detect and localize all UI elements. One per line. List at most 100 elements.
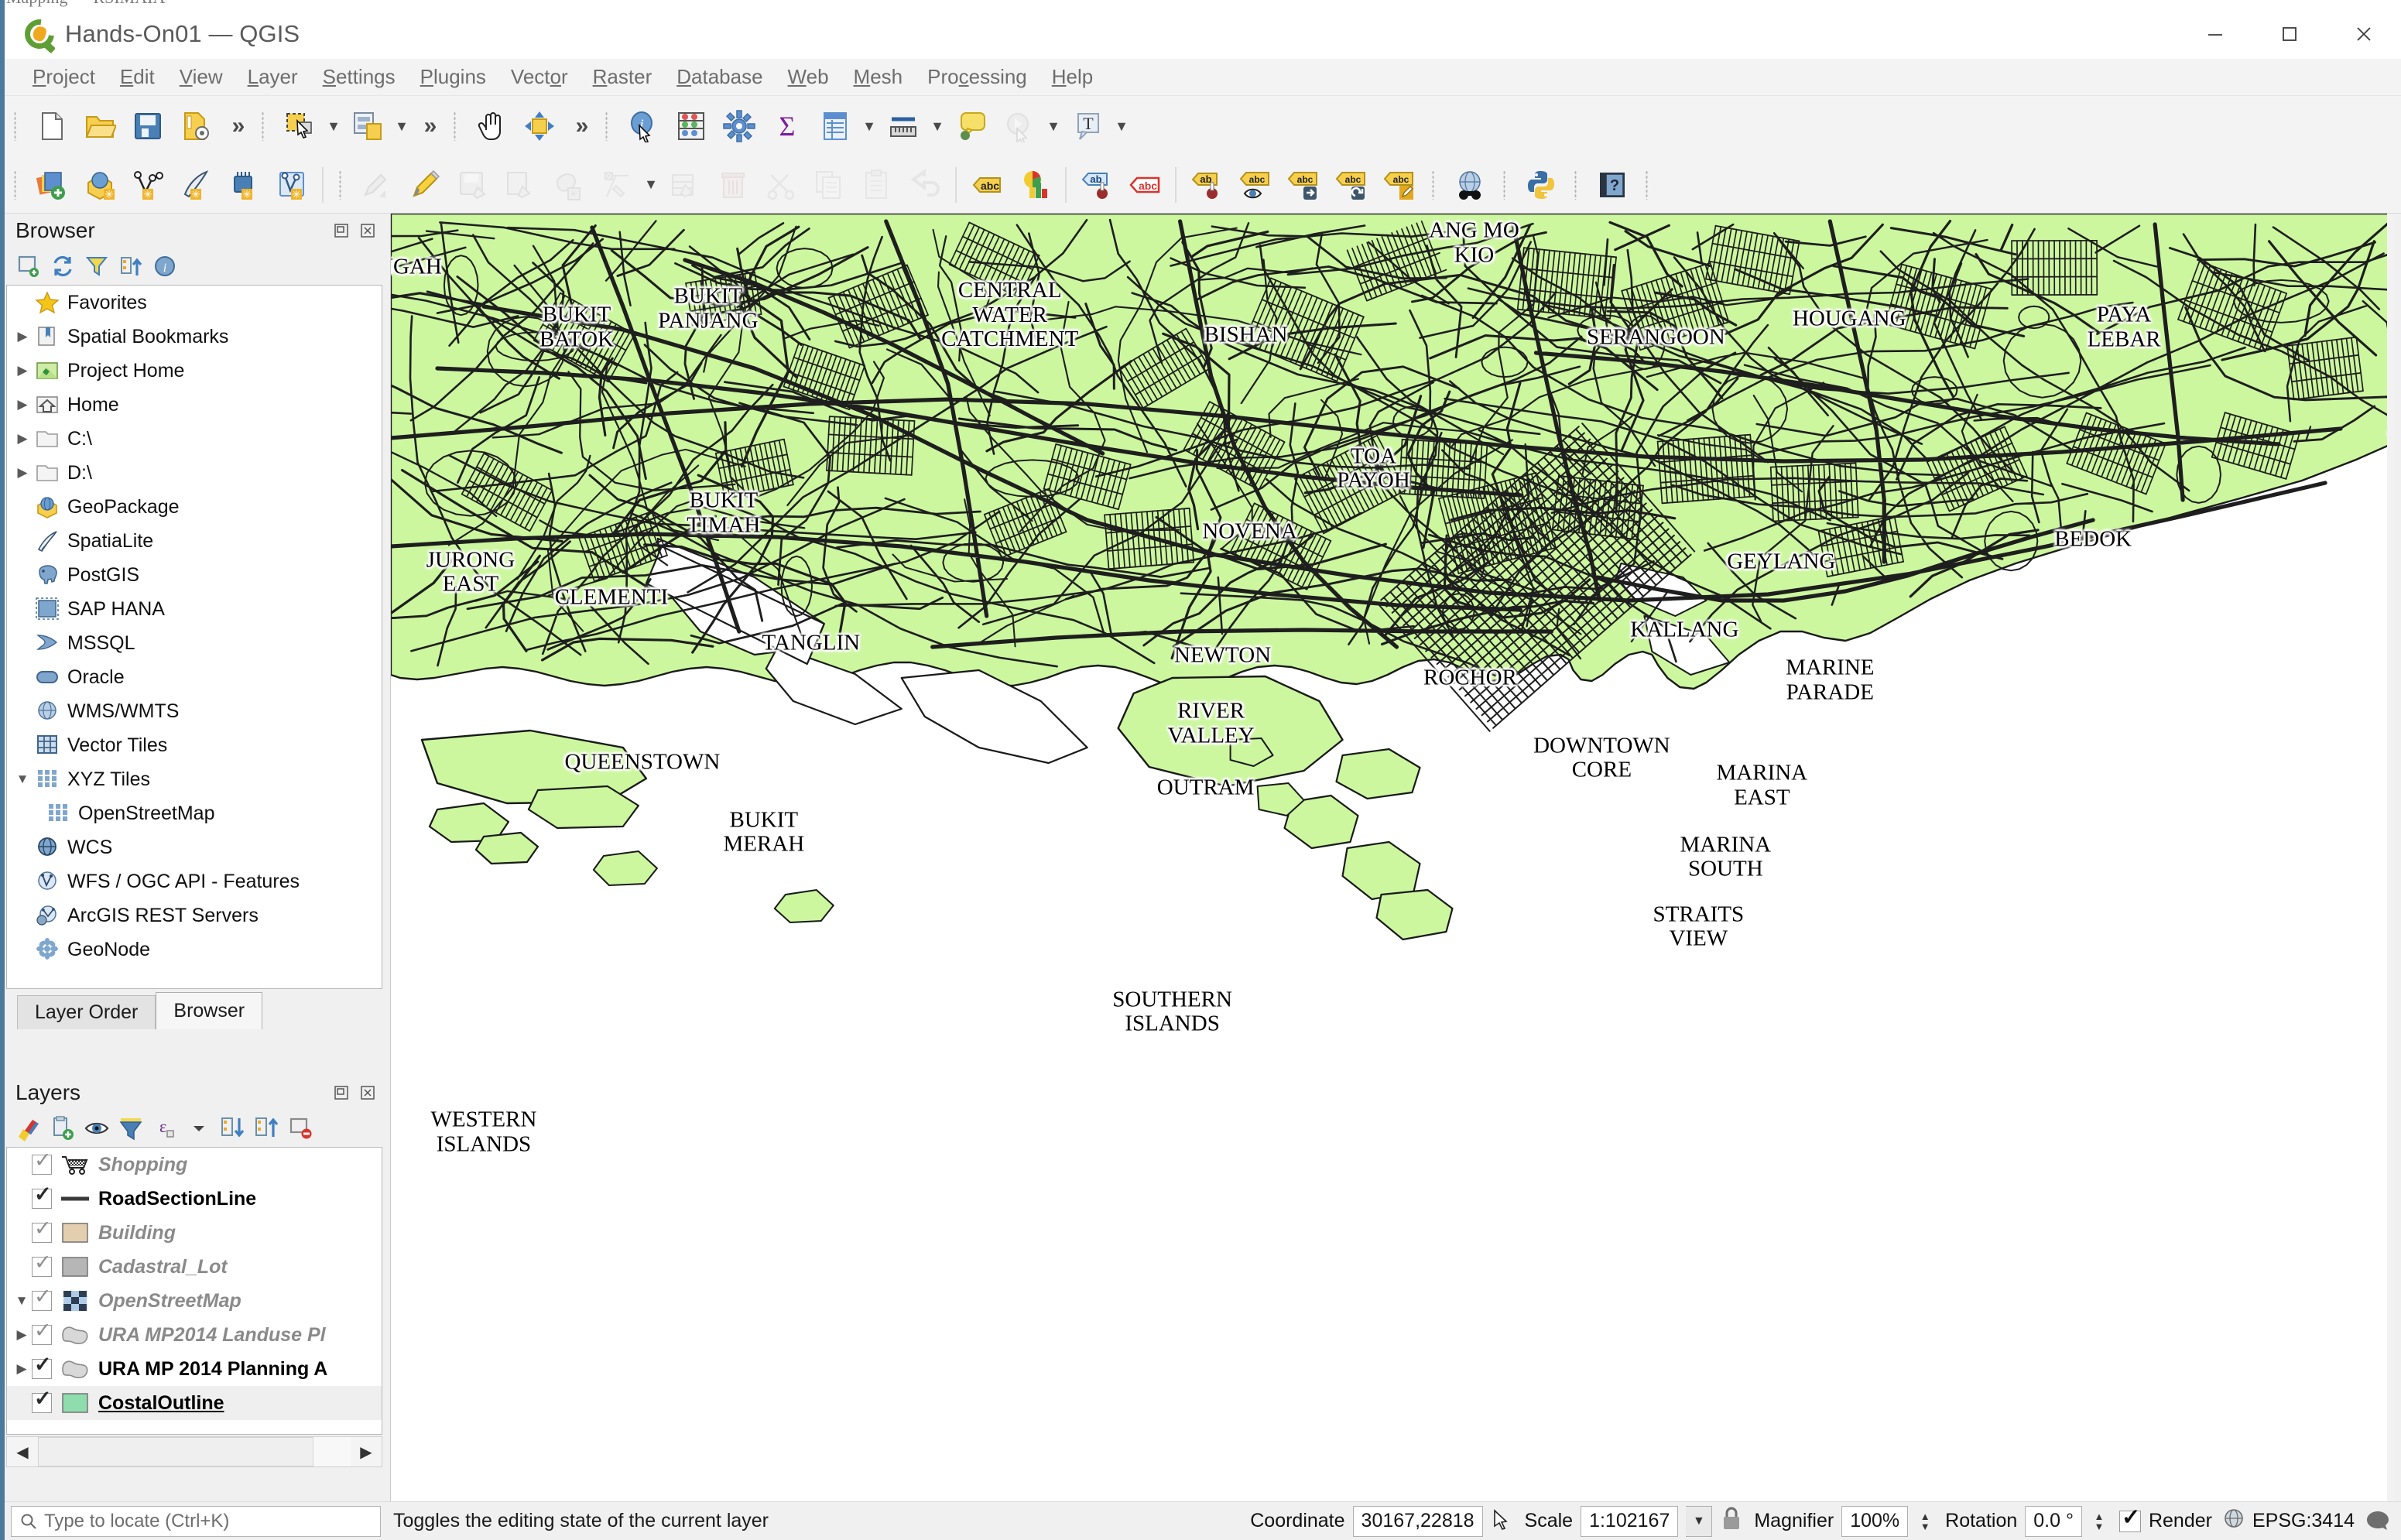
browser-item-d[interactable]: ▶ D:\ <box>7 456 382 490</box>
layout-dropdown-chevron-icon[interactable]: ▼ <box>392 104 412 148</box>
layer-row-ura-mp-2014-planning-a[interactable]: ▶ URA MP 2014 Planning A <box>7 1352 382 1386</box>
browser-item-mssql[interactable]: MSSQL <box>7 626 382 660</box>
float-panel-icon[interactable] <box>331 221 351 241</box>
chevron-right-icon[interactable]: ▶ <box>12 431 33 447</box>
scroll-track[interactable] <box>38 1437 351 1466</box>
layer-row-roadsectionline[interactable]: RoadSectionLine <box>7 1182 382 1216</box>
layer-diagram-icon[interactable] <box>1013 163 1057 207</box>
menu-project[interactable]: Project <box>20 62 108 92</box>
new-spatialite-icon[interactable]: ✳ <box>174 163 217 207</box>
highlight-pinned-labels-icon[interactable]: ab <box>1075 163 1118 207</box>
expression-filter-chevron-icon[interactable] <box>183 1112 215 1145</box>
manage-visibility-icon[interactable] <box>80 1112 113 1145</box>
layer-visibility-checkbox[interactable] <box>32 1148 52 1175</box>
menu-web[interactable]: Web <box>776 62 841 92</box>
map-tip-icon[interactable] <box>950 104 993 148</box>
layer-row-costaloutline[interactable]: CostalOutline <box>7 1386 382 1420</box>
crs-group[interactable]: EPSG:3414 <box>2223 1507 2355 1535</box>
menu-settings[interactable]: Settings <box>310 62 408 92</box>
maximize-icon[interactable] <box>2252 9 2327 59</box>
toolbar-grip[interactable] <box>602 108 613 144</box>
toggle-editing-icon[interactable] <box>403 163 447 207</box>
browser-item-sap-hana[interactable]: SAP HANA <box>7 592 382 626</box>
minimize-icon[interactable] <box>2178 9 2252 59</box>
browser-item-spatial-bookmarks[interactable]: ▶ Spatial Bookmarks <box>7 320 382 354</box>
new-geopackage-icon[interactable]: ✳ <box>78 163 122 207</box>
options-gear-icon[interactable] <box>718 104 761 148</box>
measure-line-icon[interactable] <box>882 104 925 148</box>
browser-item-xyz-tiles[interactable]: ▼ XYZ Tiles <box>7 762 382 796</box>
coordinate-capture-icon[interactable] <box>1491 1507 1514 1535</box>
browser-item-postgis[interactable]: PostGIS <box>7 558 382 592</box>
layer-visibility-checkbox[interactable] <box>32 1182 52 1209</box>
layer-row-openstreetmap[interactable]: ▼ OpenStreetMap <box>7 1284 382 1318</box>
chevron-right-icon[interactable]: ▶ <box>12 329 33 344</box>
browser-item-project-home[interactable]: ▶ Project Home <box>7 354 382 388</box>
toolbar-overflow-chevron-icon[interactable]: » <box>220 104 252 148</box>
menu-vector[interactable]: Vector <box>498 62 581 92</box>
layers-horizontal-scrollbar[interactable]: ◀ ▶ <box>6 1436 382 1467</box>
menu-plugins[interactable]: Plugins <box>408 62 498 92</box>
show-hide-labels-icon[interactable]: abc <box>1233 163 1276 207</box>
layer-row-cadastral-lot[interactable]: Cadastral_Lot <box>7 1250 382 1284</box>
properties-info-icon[interactable]: i <box>149 250 181 282</box>
browser-item-home[interactable]: ▶ Home <box>7 388 382 422</box>
node-tool-disabled-icon[interactable]: ✳ <box>547 163 591 207</box>
chevron-right-icon[interactable]: ▶ <box>12 363 33 378</box>
browser-item-geopackage[interactable]: GeoPackage <box>7 490 382 524</box>
modify-attributes-disabled-icon[interactable] <box>595 163 639 207</box>
menu-raster[interactable]: Raster <box>581 62 665 92</box>
menu-edit[interactable]: Edit <box>108 62 167 92</box>
pan-map-icon[interactable] <box>470 104 513 148</box>
toolbar-grip[interactable] <box>259 108 269 144</box>
messages-bubble-icon[interactable] <box>2365 1510 2390 1533</box>
menu-database[interactable]: Database <box>664 62 775 92</box>
delete-selected-disabled-icon[interactable] <box>711 163 755 207</box>
close-icon[interactable] <box>2327 9 2401 59</box>
open-layer-styling-icon[interactable] <box>12 1112 45 1145</box>
run-action-icon[interactable] <box>998 104 1041 148</box>
chevron-right-icon[interactable]: ▶ <box>12 397 33 412</box>
select-dropdown-chevron-icon[interactable]: ▼ <box>324 104 344 148</box>
rotation-stepper[interactable]: ▲ ▼ <box>2090 1506 2108 1537</box>
save-project-icon[interactable] <box>126 104 170 148</box>
expand-all-icon[interactable] <box>217 1112 249 1145</box>
measure-chevron-icon[interactable]: ▼ <box>927 104 947 148</box>
run-action-chevron-icon[interactable]: ▼ <box>1043 104 1063 148</box>
browser-item-wms-wmts[interactable]: WMS/WMTS <box>7 694 382 728</box>
toolbar-overflow-chevron-icon[interactable]: » <box>563 104 596 148</box>
toolbar-grip[interactable] <box>1429 167 1440 203</box>
select-features-icon[interactable] <box>278 104 321 148</box>
browser-item-spatialite[interactable]: SpatiaLite <box>7 524 382 558</box>
text-annotation-icon[interactable]: T <box>1066 104 1109 148</box>
remove-layer-icon[interactable] <box>285 1112 317 1145</box>
layout-manager-icon[interactable] <box>346 104 389 148</box>
toolbar-grip[interactable] <box>1642 167 1653 203</box>
zoom-full-icon[interactable] <box>518 104 561 148</box>
chevron-down-icon[interactable]: ▼ <box>12 772 33 787</box>
tab-layer-order[interactable]: Layer Order <box>17 995 156 1029</box>
save-project-as-icon[interactable] <box>174 104 217 148</box>
rotate-label-icon[interactable]: abc <box>1329 163 1372 207</box>
chevron-right-icon[interactable]: ▶ <box>12 465 33 481</box>
add-layer-icon[interactable] <box>12 250 45 282</box>
close-panel-icon[interactable] <box>358 1083 378 1103</box>
toolbar-grip[interactable] <box>1500 167 1511 203</box>
layer-visibility-checkbox[interactable] <box>32 1285 52 1311</box>
chevron-right-icon[interactable]: ▶ <box>12 1327 32 1343</box>
metasearch-icon[interactable] <box>1448 163 1492 207</box>
undo-disabled-icon[interactable] <box>903 163 947 207</box>
abacus-statistics-icon[interactable] <box>670 104 713 148</box>
summary-sigma-icon[interactable]: Σ <box>766 104 809 148</box>
layer-visibility-checkbox[interactable] <box>32 1319 52 1345</box>
browser-item-wfs-ogc-api-features[interactable]: WFS / OGC API - Features <box>7 864 382 898</box>
menu-help[interactable]: Help <box>1040 62 1105 92</box>
float-panel-icon[interactable] <box>331 1083 351 1103</box>
layer-visibility-checkbox[interactable] <box>32 1251 52 1277</box>
collapse-all-icon[interactable] <box>251 1112 283 1145</box>
toolbar-grip[interactable] <box>11 167 22 203</box>
change-label-icon[interactable]: abc <box>1377 163 1420 207</box>
layer-row-building[interactable]: Building <box>7 1216 382 1250</box>
expression-filter-icon[interactable]: ε <box>149 1112 181 1145</box>
locator-search-input[interactable]: Type to locate (Ctrl+K) <box>11 1505 381 1537</box>
